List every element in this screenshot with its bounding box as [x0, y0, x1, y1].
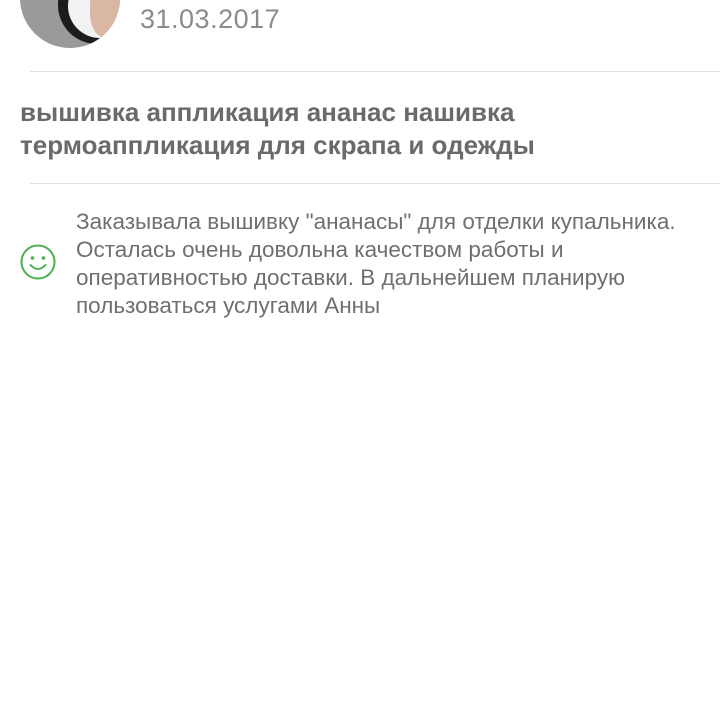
product-title[interactable]: вышивка аппликация ананас нашивка термоа… [20, 96, 690, 162]
divider-top [30, 71, 720, 72]
divider-middle [30, 183, 720, 184]
review-card: 31.03.2017 вышивка аппликация ананас наш… [0, 0, 720, 720]
review-text: Заказывала вышивку "ананасы" для отделки… [76, 209, 676, 318]
avatar[interactable] [20, 0, 120, 48]
smile-icon [20, 244, 56, 280]
review-date: 31.03.2017 [140, 4, 281, 34]
